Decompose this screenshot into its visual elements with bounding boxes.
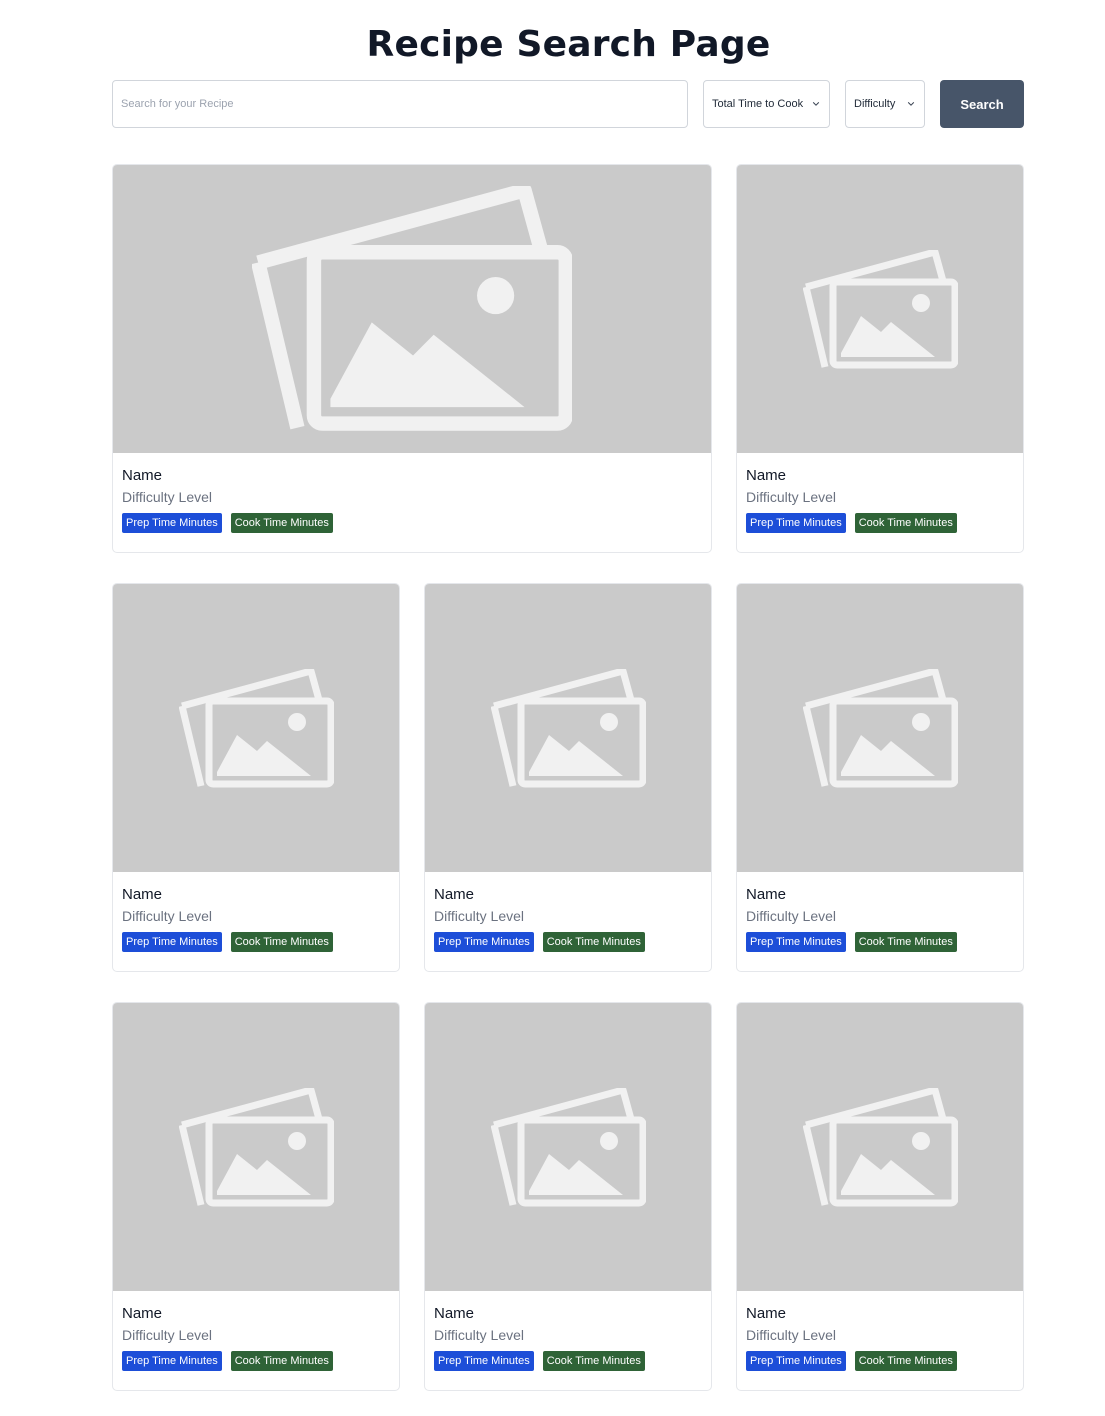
total-time-select[interactable]: Total Time to Cook <box>703 80 830 128</box>
cook-time-badge: Cook Time Minutes <box>542 932 645 952</box>
difficulty-select[interactable]: Difficulty <box>845 80 925 128</box>
recipe-card[interactable]: Name Difficulty Level Prep Time Minutes … <box>112 164 712 553</box>
recipe-card[interactable]: Name Difficulty Level Prep Time Minutes … <box>424 583 712 972</box>
recipe-card[interactable]: Name Difficulty Level Prep Time Minutes … <box>112 1002 400 1391</box>
prep-time-badge: Prep Time Minutes <box>122 932 222 952</box>
recipe-name: Name <box>746 886 787 903</box>
recipe-image <box>737 165 1023 453</box>
total-time-select-label: Total Time to Cook <box>712 98 804 110</box>
cook-time-badge: Cook Time Minutes <box>542 1351 645 1371</box>
recipe-card[interactable]: Name Difficulty Level Prep Time Minutes … <box>424 1002 712 1391</box>
recipe-image <box>737 1003 1023 1291</box>
prep-time-badge: Prep Time Minutes <box>434 1351 534 1371</box>
prep-time-badge: Prep Time Minutes <box>746 1351 846 1371</box>
page-title: Recipe Search Page <box>366 24 771 65</box>
chevron-down-icon <box>907 102 915 106</box>
cook-time-badge: Cook Time Minutes <box>854 1351 957 1371</box>
recipe-image <box>113 584 399 872</box>
image-placeholder-icon <box>178 1087 334 1206</box>
cook-time-badge: Cook Time Minutes <box>230 513 333 533</box>
recipe-name: Name <box>434 886 475 903</box>
recipe-difficulty: Difficulty Level <box>122 489 213 505</box>
recipe-image <box>737 584 1023 872</box>
image-placeholder-icon <box>490 1087 646 1206</box>
recipe-difficulty: Difficulty Level <box>746 1327 837 1343</box>
recipe-card[interactable]: Name Difficulty Level Prep Time Minutes … <box>736 164 1024 553</box>
prep-time-badge: Prep Time Minutes <box>434 932 534 952</box>
difficulty-select-label: Difficulty <box>854 98 896 110</box>
prep-time-badge: Prep Time Minutes <box>746 932 846 952</box>
cook-time-badge: Cook Time Minutes <box>854 932 957 952</box>
prep-time-badge: Prep Time Minutes <box>746 513 846 533</box>
recipe-card[interactable]: Name Difficulty Level Prep Time Minutes … <box>736 583 1024 972</box>
recipe-name: Name <box>746 467 787 484</box>
recipe-difficulty: Difficulty Level <box>434 908 525 924</box>
recipe-name: Name <box>434 1305 475 1322</box>
recipe-image <box>425 1003 711 1291</box>
cook-time-badge: Cook Time Minutes <box>230 1351 333 1371</box>
recipe-difficulty: Difficulty Level <box>122 1327 213 1343</box>
image-placeholder-icon <box>178 668 334 787</box>
cook-time-badge: Cook Time Minutes <box>854 513 957 533</box>
recipe-name: Name <box>122 1305 163 1322</box>
cook-time-badge: Cook Time Minutes <box>230 932 333 952</box>
recipe-image <box>113 1003 399 1291</box>
image-placeholder-icon <box>802 1087 958 1206</box>
image-placeholder-icon <box>252 186 572 431</box>
search-input[interactable] <box>112 80 688 128</box>
image-placeholder-icon <box>802 249 958 368</box>
search-button[interactable]: Search <box>940 80 1024 128</box>
image-placeholder-icon <box>490 668 646 787</box>
chevron-down-icon <box>812 102 820 106</box>
recipe-difficulty: Difficulty Level <box>746 489 837 505</box>
recipe-card[interactable]: Name Difficulty Level Prep Time Minutes … <box>112 583 400 972</box>
recipe-difficulty: Difficulty Level <box>746 908 837 924</box>
recipe-image <box>113 165 711 453</box>
image-placeholder-icon <box>802 668 958 787</box>
recipe-image <box>425 584 711 872</box>
recipe-name: Name <box>746 1305 787 1322</box>
recipe-difficulty: Difficulty Level <box>434 1327 525 1343</box>
recipe-name: Name <box>122 886 163 903</box>
prep-time-badge: Prep Time Minutes <box>122 1351 222 1371</box>
recipe-card[interactable]: Name Difficulty Level Prep Time Minutes … <box>736 1002 1024 1391</box>
prep-time-badge: Prep Time Minutes <box>122 513 222 533</box>
recipe-difficulty: Difficulty Level <box>122 908 213 924</box>
recipe-name: Name <box>122 467 163 484</box>
